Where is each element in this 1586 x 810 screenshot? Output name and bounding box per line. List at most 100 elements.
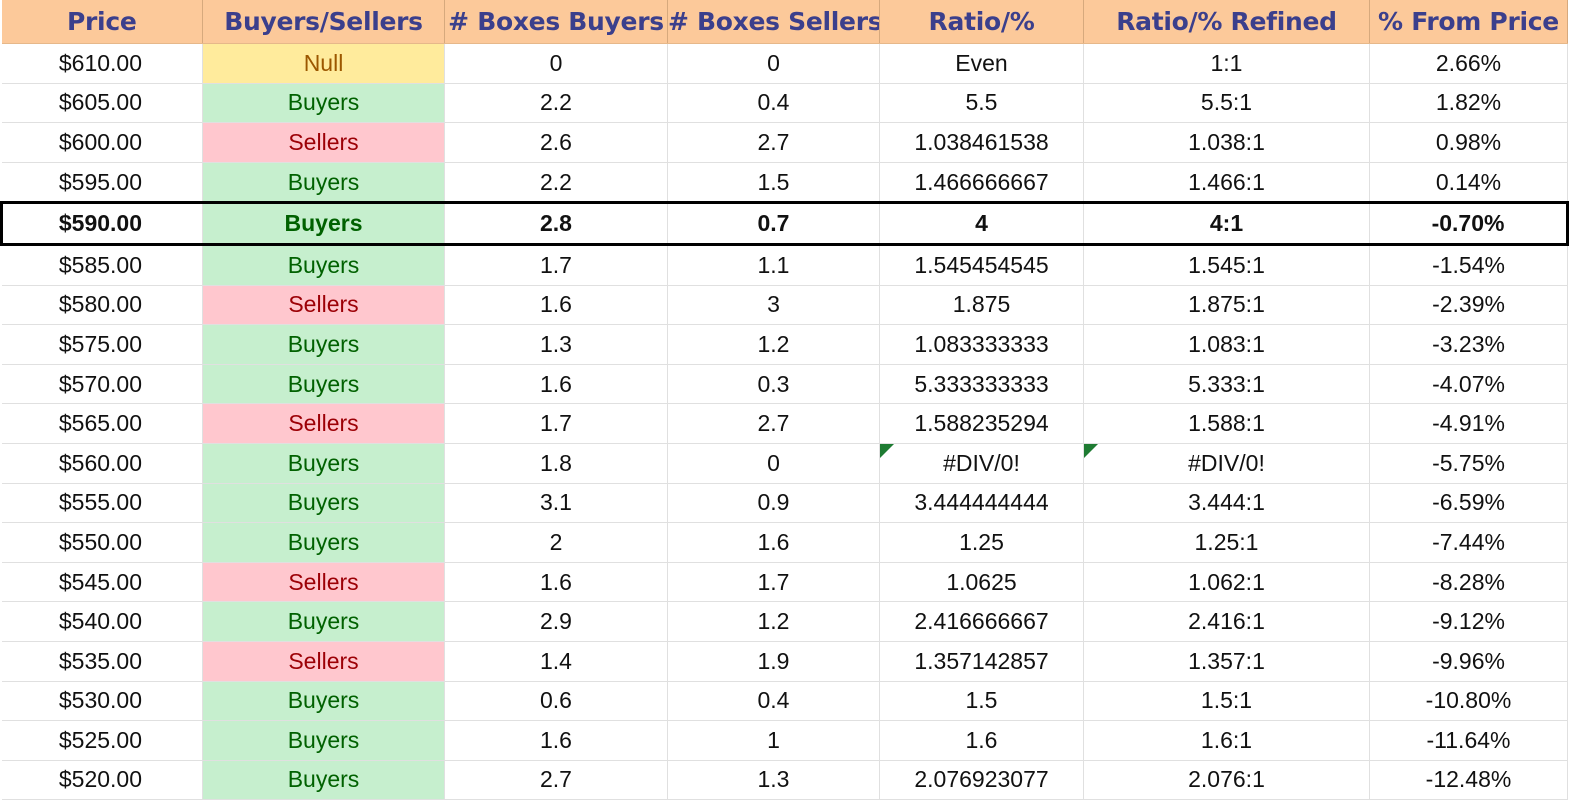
pct-from-price-cell[interactable]: 1.82% [1369, 83, 1568, 124]
pct-from-price-cell[interactable]: -2.39% [1369, 285, 1568, 326]
price-cell[interactable]: $570.00 [1, 364, 203, 405]
side-cell[interactable]: Null [202, 43, 445, 84]
pct-from-price-cell[interactable]: -1.54% [1369, 244, 1568, 286]
ratio-cell[interactable]: 1.545454545 [879, 244, 1084, 286]
price-cell[interactable]: $580.00 [1, 285, 203, 326]
boxes-buyers-cell[interactable]: 2.6 [444, 122, 668, 163]
ratio-cell[interactable]: 1.357142857 [879, 641, 1084, 682]
price-cell[interactable]: $550.00 [1, 522, 203, 563]
side-cell[interactable]: Buyers [202, 83, 445, 124]
price-cell[interactable]: $545.00 [1, 562, 203, 603]
boxes-buyers-cell[interactable]: 1.4 [444, 641, 668, 682]
ratio-cell[interactable]: 1.466666667 [879, 162, 1084, 204]
boxes-buyers-cell[interactable]: 1.7 [444, 403, 668, 444]
price-cell[interactable]: $590.00 [0, 201, 203, 246]
boxes-buyers-cell[interactable]: 2.2 [444, 83, 668, 124]
side-cell[interactable]: Buyers [202, 760, 445, 801]
ratio-refined-cell[interactable]: 1:1 [1083, 43, 1370, 84]
ratio-cell[interactable]: 2.076923077 [879, 760, 1084, 801]
side-cell[interactable]: Sellers [202, 285, 445, 326]
column-header-price[interactable]: Price [1, 0, 203, 44]
boxes-sellers-cell[interactable]: 2.7 [667, 122, 880, 163]
price-cell[interactable]: $535.00 [1, 641, 203, 682]
ratio-refined-cell[interactable]: 4:1 [1083, 201, 1370, 246]
pct-from-price-cell[interactable]: 0.14% [1369, 162, 1568, 204]
side-cell[interactable]: Buyers [202, 162, 445, 204]
side-cell[interactable]: Sellers [202, 403, 445, 444]
ratio-cell[interactable]: 5.333333333 [879, 364, 1084, 405]
price-cell[interactable]: $555.00 [1, 483, 203, 524]
price-cell[interactable]: $610.00 [1, 43, 203, 84]
boxes-sellers-cell[interactable]: 1 [667, 720, 880, 761]
ratio-cell[interactable]: 1.0625 [879, 562, 1084, 603]
boxes-sellers-cell[interactable]: 0.3 [667, 364, 880, 405]
side-cell[interactable]: Buyers [202, 443, 445, 484]
ratio-cell[interactable]: 1.25 [879, 522, 1084, 563]
boxes-sellers-cell[interactable]: 0.4 [667, 681, 880, 722]
ratio-refined-cell[interactable]: 2.416:1 [1083, 601, 1370, 642]
price-cell[interactable]: $595.00 [1, 162, 203, 204]
price-cell[interactable]: $600.00 [1, 122, 203, 163]
boxes-buyers-cell[interactable]: 1.6 [444, 720, 668, 761]
pct-from-price-cell[interactable]: -6.59% [1369, 483, 1568, 524]
boxes-buyers-cell[interactable]: 2.8 [444, 201, 668, 246]
boxes-buyers-cell[interactable]: 1.8 [444, 443, 668, 484]
side-cell[interactable]: Sellers [202, 562, 445, 603]
side-cell[interactable]: Sellers [202, 122, 445, 163]
boxes-sellers-cell[interactable]: 0.9 [667, 483, 880, 524]
pct-from-price-cell[interactable]: -3.23% [1369, 324, 1568, 365]
boxes-buyers-cell[interactable]: 2.9 [444, 601, 668, 642]
ratio-refined-cell[interactable]: 1.083:1 [1083, 324, 1370, 365]
ratio-cell[interactable]: 1.588235294 [879, 403, 1084, 444]
pct-from-price-cell[interactable]: 2.66% [1369, 43, 1568, 84]
boxes-sellers-cell[interactable]: 0.7 [667, 201, 880, 246]
ratio-cell[interactable]: 3.444444444 [879, 483, 1084, 524]
boxes-sellers-cell[interactable]: 1.3 [667, 760, 880, 801]
column-header-buyers-sellers[interactable]: Buyers/Sellers [202, 0, 445, 44]
boxes-buyers-cell[interactable]: 1.3 [444, 324, 668, 365]
side-cell[interactable]: Buyers [202, 720, 445, 761]
side-cell[interactable]: Buyers [202, 244, 445, 286]
boxes-sellers-cell[interactable]: 1.5 [667, 162, 880, 204]
ratio-cell[interactable]: 1.5 [879, 681, 1084, 722]
boxes-sellers-cell[interactable]: 1.6 [667, 522, 880, 563]
pct-from-price-cell[interactable]: -4.07% [1369, 364, 1568, 405]
ratio-refined-cell[interactable]: 5.5:1 [1083, 83, 1370, 124]
boxes-buyers-cell[interactable]: 1.7 [444, 244, 668, 286]
ratio-refined-cell[interactable]: 1.25:1 [1083, 522, 1370, 563]
price-cell[interactable]: $585.00 [1, 244, 203, 286]
boxes-sellers-cell[interactable]: 2.7 [667, 403, 880, 444]
boxes-buyers-cell[interactable]: 2.7 [444, 760, 668, 801]
ratio-refined-cell[interactable]: 1.545:1 [1083, 244, 1370, 286]
price-cell[interactable]: $520.00 [1, 760, 203, 801]
ratio-refined-cell[interactable]: 1.062:1 [1083, 562, 1370, 603]
ratio-cell[interactable]: 1.083333333 [879, 324, 1084, 365]
side-cell[interactable]: Buyers [202, 522, 445, 563]
boxes-sellers-cell[interactable]: 1.9 [667, 641, 880, 682]
boxes-sellers-cell[interactable]: 0 [667, 43, 880, 84]
ratio-cell[interactable]: 1.6 [879, 720, 1084, 761]
boxes-buyers-cell[interactable]: 2 [444, 522, 668, 563]
pct-from-price-cell[interactable]: -0.70% [1369, 201, 1569, 246]
price-cell[interactable]: $540.00 [1, 601, 203, 642]
ratio-cell[interactable]: 5.5 [879, 83, 1084, 124]
boxes-sellers-cell[interactable]: 1.7 [667, 562, 880, 603]
boxes-buyers-cell[interactable]: 0 [444, 43, 668, 84]
boxes-buyers-cell[interactable]: 1.6 [444, 562, 668, 603]
ratio-refined-cell[interactable]: 1.466:1 [1083, 162, 1370, 204]
pct-from-price-cell[interactable]: -12.48% [1369, 760, 1568, 801]
side-cell[interactable]: Sellers [202, 641, 445, 682]
price-cell[interactable]: $565.00 [1, 403, 203, 444]
column-header-boxes-buyers[interactable]: # Boxes Buyers [444, 0, 668, 44]
ratio-refined-cell[interactable]: 1.357:1 [1083, 641, 1370, 682]
error-indicator-icon[interactable] [1084, 443, 1098, 458]
side-cell[interactable]: Buyers [202, 201, 445, 246]
price-cell[interactable]: $605.00 [1, 83, 203, 124]
boxes-buyers-cell[interactable]: 1.6 [444, 285, 668, 326]
ratio-refined-cell[interactable]: #DIV/0! [1083, 443, 1370, 484]
boxes-buyers-cell[interactable]: 2.2 [444, 162, 668, 204]
boxes-sellers-cell[interactable]: 3 [667, 285, 880, 326]
pct-from-price-cell[interactable]: -8.28% [1369, 562, 1568, 603]
ratio-cell[interactable]: 1.875 [879, 285, 1084, 326]
ratio-cell[interactable]: 2.416666667 [879, 601, 1084, 642]
